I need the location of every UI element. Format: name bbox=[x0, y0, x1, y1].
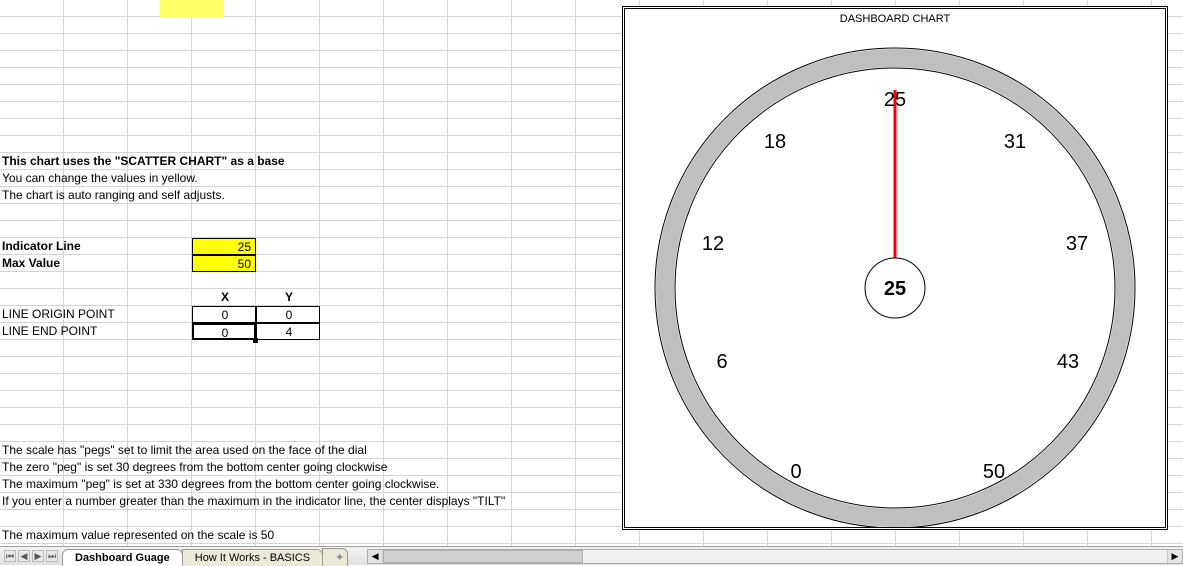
scroll-right-icon[interactable]: ▶ bbox=[1167, 550, 1182, 563]
selection-handle[interactable] bbox=[253, 338, 258, 343]
max-value-label: Max Value bbox=[0, 255, 60, 272]
gauge-tick-0: 0 bbox=[790, 461, 801, 483]
scroll-thumb[interactable] bbox=[383, 550, 583, 563]
note-2: The zero "peg" is set 30 degrees from th… bbox=[0, 459, 387, 476]
tab-nav-prev-icon[interactable]: ◀ bbox=[18, 550, 30, 562]
highlight-cell[interactable] bbox=[160, 0, 224, 17]
heading-line-1: This chart uses the "SCATTER CHART" as a… bbox=[0, 153, 285, 170]
note-3: The maximum "peg" is set at 330 degrees … bbox=[0, 476, 439, 493]
sheet-tab-bar: ⏮ ◀ ▶ ⏭ Dashboard Guage How It Works - B… bbox=[0, 546, 1183, 565]
gauge-center-value: 25 bbox=[884, 278, 906, 300]
row-origin-y[interactable]: 0 bbox=[256, 306, 320, 323]
gauge-tick-4: 25 bbox=[884, 89, 906, 111]
gauge-tick-6: 37 bbox=[1066, 233, 1088, 255]
gauge-tick-7: 43 bbox=[1057, 351, 1079, 373]
note-4: If you enter a number greater than the m… bbox=[0, 493, 505, 510]
max-value-input[interactable]: 50 bbox=[192, 255, 256, 272]
note-1: The scale has "pegs" set to limit the ar… bbox=[0, 442, 367, 459]
row-end-x[interactable]: 0 bbox=[192, 323, 256, 340]
horizontal-scrollbar[interactable]: ◀ ▶ bbox=[367, 549, 1183, 564]
col-header-x: X bbox=[192, 289, 256, 306]
gauge-dial: 25 0 6 12 18 25 31 37 43 50 bbox=[645, 28, 1145, 528]
chart-title: DASHBOARD CHART bbox=[625, 9, 1165, 29]
tab-how-it-works[interactable]: How It Works - BASICS bbox=[182, 549, 323, 566]
gauge-tick-3: 18 bbox=[764, 131, 786, 153]
indicator-line-value[interactable]: 25 bbox=[192, 238, 256, 255]
row-end-y[interactable]: 4 bbox=[256, 323, 320, 340]
tab-nav-first-icon[interactable]: ⏮ bbox=[4, 550, 16, 562]
heading-line-3: The chart is auto ranging and self adjus… bbox=[0, 187, 225, 204]
tab-nav-next-icon[interactable]: ▶ bbox=[32, 550, 44, 562]
tab-nav-last-icon[interactable]: ⏭ bbox=[46, 550, 58, 562]
row-origin-label: LINE ORIGIN POINT bbox=[0, 306, 115, 323]
row-origin-x[interactable]: 0 bbox=[192, 306, 256, 323]
gauge-tick-2: 12 bbox=[702, 233, 724, 255]
row-end-label: LINE END POINT bbox=[0, 323, 97, 340]
scroll-left-icon[interactable]: ◀ bbox=[368, 550, 383, 563]
tab-dashboard-gauge[interactable]: Dashboard Guage bbox=[62, 549, 183, 566]
note-5: The maximum value represented on the sca… bbox=[0, 527, 274, 544]
gauge-tick-5: 31 bbox=[1004, 131, 1026, 153]
gauge-tick-1: 6 bbox=[716, 351, 727, 373]
dashboard-chart-frame: DASHBOARD CHART 25 0 6 12 18 25 31 37 43… bbox=[622, 6, 1168, 530]
tab-nav-buttons: ⏮ ◀ ▶ ⏭ bbox=[0, 550, 62, 562]
col-header-y: Y bbox=[256, 289, 320, 306]
indicator-line-label: Indicator Line bbox=[0, 238, 81, 255]
tab-new-sheet-icon[interactable]: ✦ bbox=[322, 548, 348, 566]
heading-line-2: You can change the values in yellow. bbox=[0, 170, 198, 187]
gauge-tick-8: 50 bbox=[983, 461, 1005, 483]
